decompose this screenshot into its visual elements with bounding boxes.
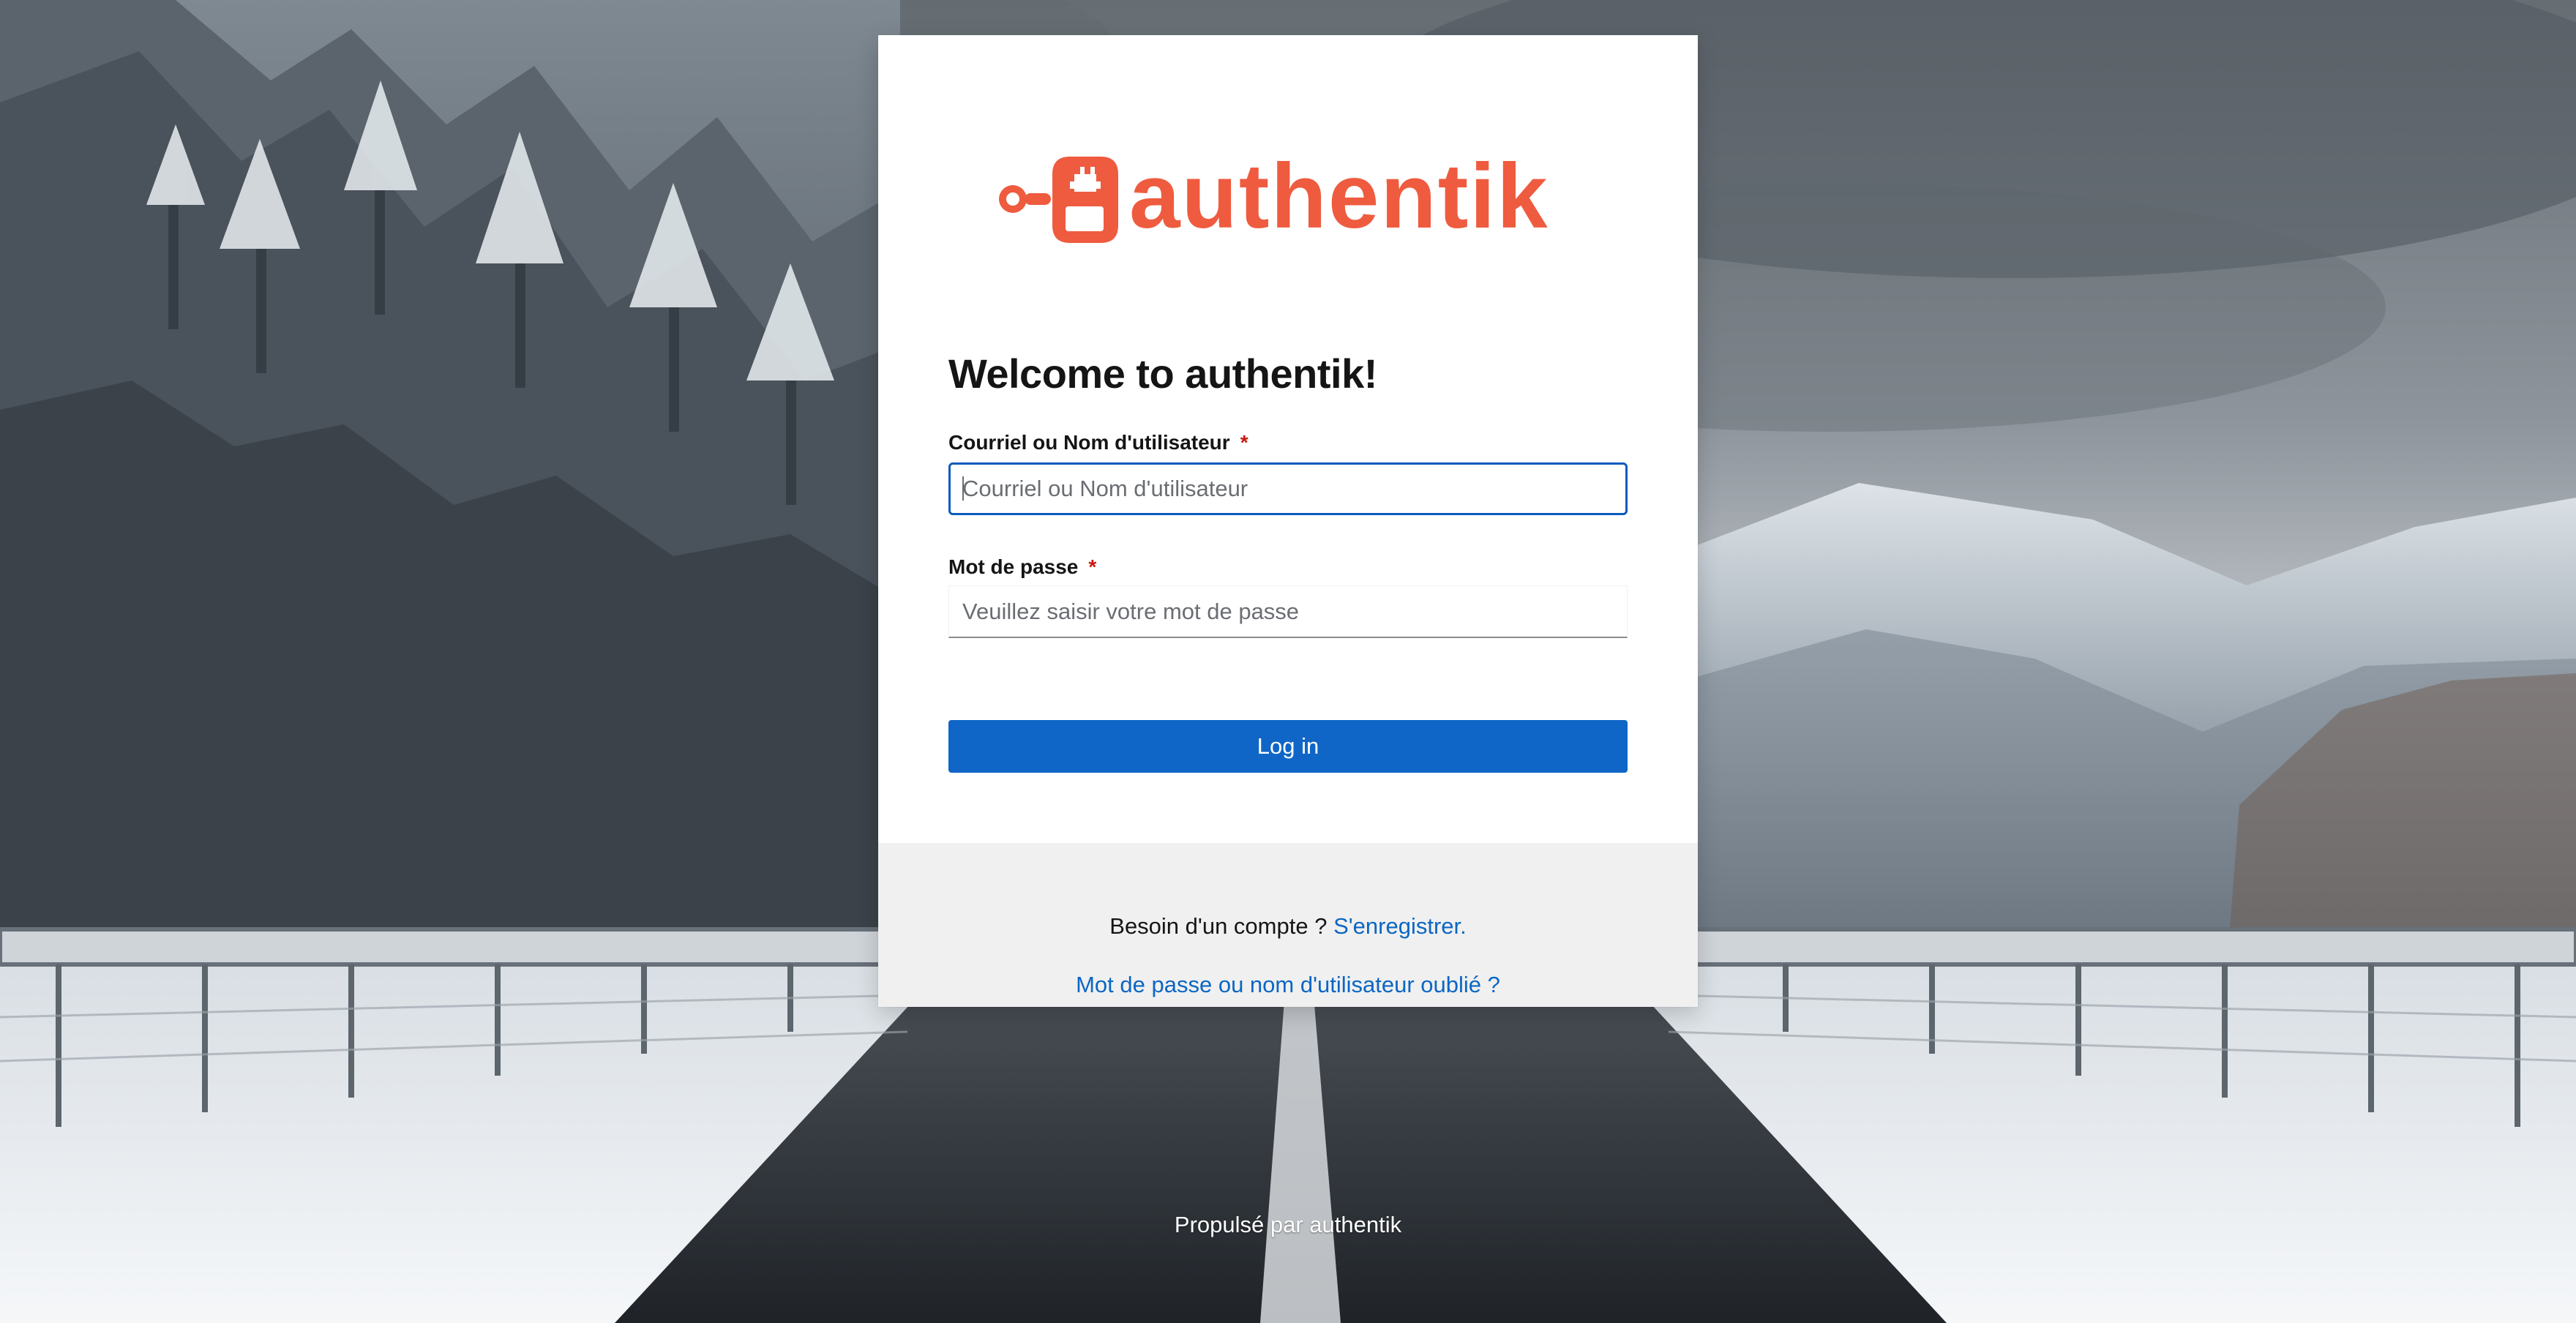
- signup-link[interactable]: S'enregistrer.: [1333, 913, 1467, 939]
- password-label: Mot de passe *: [948, 555, 1097, 579]
- username-required-marker: *: [1240, 431, 1248, 454]
- powered-by-text: Propulsé par authentik: [1174, 1212, 1402, 1237]
- password-input[interactable]: [948, 585, 1628, 638]
- signup-prompt: Besoin d'un compte ?: [1109, 913, 1328, 939]
- svg-text:authentik: authentik: [1129, 146, 1549, 247]
- password-recovery-link[interactable]: Mot de passe ou nom d'utilisateur oublié…: [1076, 972, 1500, 997]
- recovery-row: Mot de passe ou nom d'utilisateur oublié…: [878, 973, 1698, 996]
- password-label-text: Mot de passe: [948, 555, 1079, 578]
- username-input[interactable]: [948, 462, 1628, 515]
- authentik-logo-icon: authentik: [995, 139, 1581, 256]
- username-label-text: Courriel ou Nom d'utilisateur: [948, 431, 1230, 454]
- login-card-main: authentik Welcome to authentik! Courriel…: [878, 35, 1698, 843]
- login-card: authentik Welcome to authentik! Courriel…: [878, 35, 1698, 1007]
- login-card-footer: Besoin d'un compte ? S'enregistrer. Mot …: [878, 843, 1698, 1007]
- username-label: Courriel ou Nom d'utilisateur *: [948, 431, 1248, 454]
- text-caret: [962, 476, 964, 501]
- signup-row: Besoin d'un compte ? S'enregistrer.: [878, 915, 1698, 937]
- page-title: Welcome to authentik!: [948, 351, 1377, 397]
- login-button[interactable]: Log in: [948, 720, 1628, 773]
- password-required-marker: *: [1088, 555, 1097, 578]
